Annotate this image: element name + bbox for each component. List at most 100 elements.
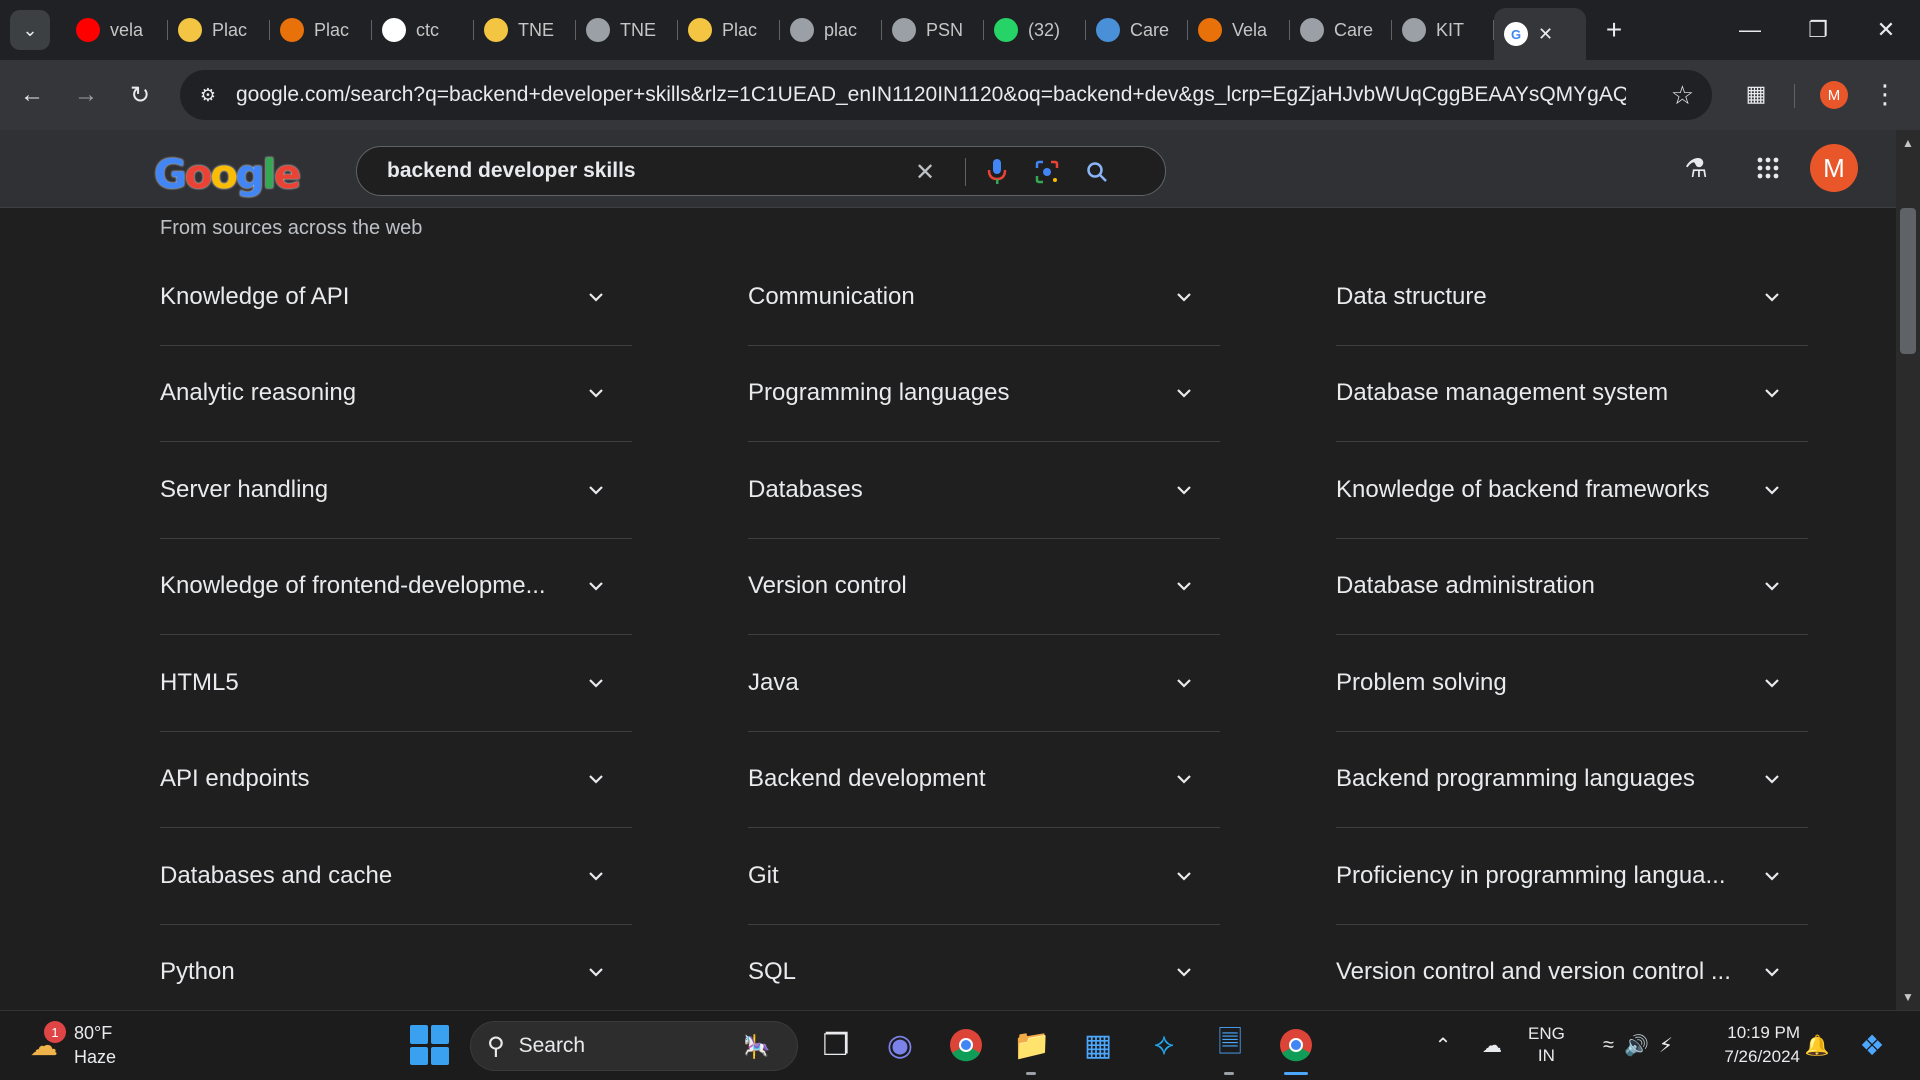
- forward-button[interactable]: →: [64, 73, 108, 117]
- browser-tab[interactable]: PSN: [882, 10, 984, 50]
- search-labs-button[interactable]: ⚗: [1676, 148, 1716, 188]
- onedrive-button[interactable]: ☁: [1474, 1023, 1510, 1067]
- google-apps-button[interactable]: [1748, 148, 1788, 188]
- results-content: From sources across the web Knowledge of…: [0, 209, 1896, 1010]
- taskbar-search[interactable]: ⚲ Search 🎠: [470, 1021, 798, 1071]
- profile-button[interactable]: M: [1820, 81, 1848, 109]
- file-explorer-button[interactable]: 📁: [1010, 1023, 1054, 1075]
- minimize-button[interactable]: —: [1716, 0, 1784, 60]
- page-scrollbar[interactable]: ▲ ▼: [1896, 130, 1920, 1010]
- skill-accordion-item[interactable]: Data structure: [1336, 249, 1808, 346]
- bookmark-star-icon[interactable]: ☆: [1671, 80, 1694, 111]
- back-button[interactable]: ←: [10, 73, 54, 117]
- vscode-app-button[interactable]: ⟡: [1142, 1023, 1186, 1067]
- browser-tab[interactable]: Plac: [678, 10, 780, 50]
- browser-tab[interactable]: Plac: [270, 10, 372, 50]
- skill-accordion-item[interactable]: Version control and version control ...: [1336, 925, 1808, 1011]
- system-clock[interactable]: 10:19 PM 7/26/2024: [1710, 1021, 1800, 1069]
- browser-tab[interactable]: Vela: [1188, 10, 1290, 50]
- skill-accordion-item[interactable]: HTML5: [160, 635, 632, 732]
- tab-title: KIT: [1436, 19, 1465, 40]
- skill-accordion-item[interactable]: Java: [748, 635, 1220, 732]
- chrome-active-app-button[interactable]: [1274, 1023, 1318, 1075]
- skill-accordion-item[interactable]: Backend programming languages: [1336, 732, 1808, 828]
- chevron-up-icon: ⌃: [1434, 1034, 1452, 1057]
- restore-button[interactable]: ❐: [1784, 0, 1852, 60]
- cloud-icon: ☁: [1482, 1034, 1502, 1057]
- google-header: Google backend developer skills ✕ ⚗ M: [0, 130, 1896, 208]
- scroll-down-icon[interactable]: ▼: [1902, 990, 1914, 1004]
- weather-widget[interactable]: ☁ 1 80°F Haze: [24, 1021, 116, 1069]
- browser-tab[interactable]: Care: [1086, 10, 1188, 50]
- extensions-button[interactable]: ▦: [1736, 74, 1776, 114]
- browser-tab[interactable]: TNE: [576, 10, 678, 50]
- skill-accordion-item[interactable]: Git: [748, 828, 1220, 925]
- notifications-button[interactable]: 🔔: [1802, 1023, 1832, 1067]
- google-account-avatar[interactable]: M: [1810, 144, 1858, 192]
- scrollbar-thumb[interactable]: [1900, 208, 1916, 354]
- search-input[interactable]: backend developer skills: [387, 159, 907, 183]
- task-view-button[interactable]: ❐: [814, 1023, 858, 1067]
- scroll-up-icon[interactable]: ▲: [1902, 136, 1914, 150]
- skill-accordion-item[interactable]: Knowledge of API: [160, 249, 632, 346]
- copilot-button[interactable]: ❖: [1850, 1023, 1894, 1067]
- skill-label: Database administration: [1336, 572, 1595, 600]
- skill-accordion-item[interactable]: Database administration: [1336, 539, 1808, 635]
- skill-accordion-item[interactable]: Version control: [748, 539, 1220, 635]
- skill-accordion-item[interactable]: Knowledge of frontend-developme...: [160, 539, 632, 635]
- address-bar[interactable]: ⚙ google.com/search?q=backend+developer+…: [180, 70, 1712, 120]
- tab-search-button[interactable]: ⌄: [10, 10, 50, 50]
- restore-icon: ❐: [1808, 17, 1828, 42]
- reload-button[interactable]: ↻: [118, 73, 162, 117]
- browser-tab[interactable]: TNE: [474, 10, 576, 50]
- tab-title: Plac: [314, 19, 350, 40]
- lens-search-button[interactable]: [1031, 156, 1063, 188]
- browser-tab[interactable]: ctc: [372, 10, 474, 50]
- new-tab-button[interactable]: +: [1594, 10, 1634, 50]
- browser-tab[interactable]: vela: [66, 10, 168, 50]
- site-info-button[interactable]: ⚙: [188, 75, 228, 115]
- skill-accordion-item[interactable]: Programming languages: [748, 346, 1220, 442]
- active-browser-tab[interactable]: G ✕: [1494, 8, 1586, 60]
- notepad-app-button[interactable]: 🗏: [1208, 1023, 1252, 1075]
- search-box[interactable]: backend developer skills ✕: [356, 146, 1166, 196]
- skill-accordion-item[interactable]: SQL: [748, 925, 1220, 1011]
- quick-settings-button[interactable]: ≈ 🔊 ⚡: [1588, 1023, 1688, 1067]
- clear-search-button[interactable]: ✕: [909, 156, 941, 188]
- skill-accordion-item[interactable]: Knowledge of backend frameworks: [1336, 442, 1808, 539]
- skill-accordion-item[interactable]: Python: [160, 925, 632, 1011]
- browser-tab[interactable]: plac: [780, 10, 882, 50]
- close-tab-icon[interactable]: ✕: [1538, 24, 1553, 45]
- browser-tab[interactable]: Care: [1290, 10, 1392, 50]
- browser-menu-button[interactable]: ⋮: [1870, 74, 1900, 114]
- skill-accordion-item[interactable]: Server handling: [160, 442, 632, 539]
- skill-accordion-item[interactable]: Proficiency in programming langua...: [1336, 828, 1808, 925]
- skill-accordion-item[interactable]: Analytic reasoning: [160, 346, 632, 442]
- start-button[interactable]: [410, 1025, 450, 1065]
- skill-label: Version control and version control ...: [1336, 958, 1731, 986]
- skill-accordion-item[interactable]: Database management system: [1336, 346, 1808, 442]
- browser-toolbar: ← → ↻ ⚙ google.com/search?q=backend+deve…: [0, 60, 1920, 130]
- chat-app-button[interactable]: ◉: [878, 1023, 922, 1067]
- browser-tab[interactable]: (32): [984, 10, 1086, 50]
- store-app-button[interactable]: ▦: [1076, 1023, 1120, 1067]
- skill-accordion-item[interactable]: Communication: [748, 249, 1220, 346]
- input-language-indicator[interactable]: ENG IN: [1528, 1023, 1565, 1067]
- skill-accordion-item[interactable]: Backend development: [748, 732, 1220, 828]
- camera-lens-icon: [1035, 160, 1059, 184]
- close-window-button[interactable]: ✕: [1852, 0, 1920, 60]
- show-hidden-icons-button[interactable]: ⌃: [1428, 1023, 1458, 1067]
- url-text[interactable]: google.com/search?q=backend+developer+sk…: [236, 83, 1626, 107]
- search-submit-button[interactable]: [1081, 156, 1113, 188]
- browser-tab[interactable]: Plac: [168, 10, 270, 50]
- skill-accordion-item[interactable]: Databases: [748, 442, 1220, 539]
- skill-accordion-item[interactable]: API endpoints: [160, 732, 632, 828]
- spiral-icon: [1300, 18, 1324, 42]
- skill-accordion-item[interactable]: Databases and cache: [160, 828, 632, 925]
- skill-accordion-item[interactable]: Problem solving: [1336, 635, 1808, 732]
- chrome-app-button[interactable]: [944, 1023, 988, 1067]
- google-doodle-logo[interactable]: Google: [154, 150, 301, 200]
- browser-tab[interactable]: KIT: [1392, 10, 1494, 50]
- microphone-icon: [987, 159, 1007, 184]
- voice-search-button[interactable]: [981, 156, 1013, 188]
